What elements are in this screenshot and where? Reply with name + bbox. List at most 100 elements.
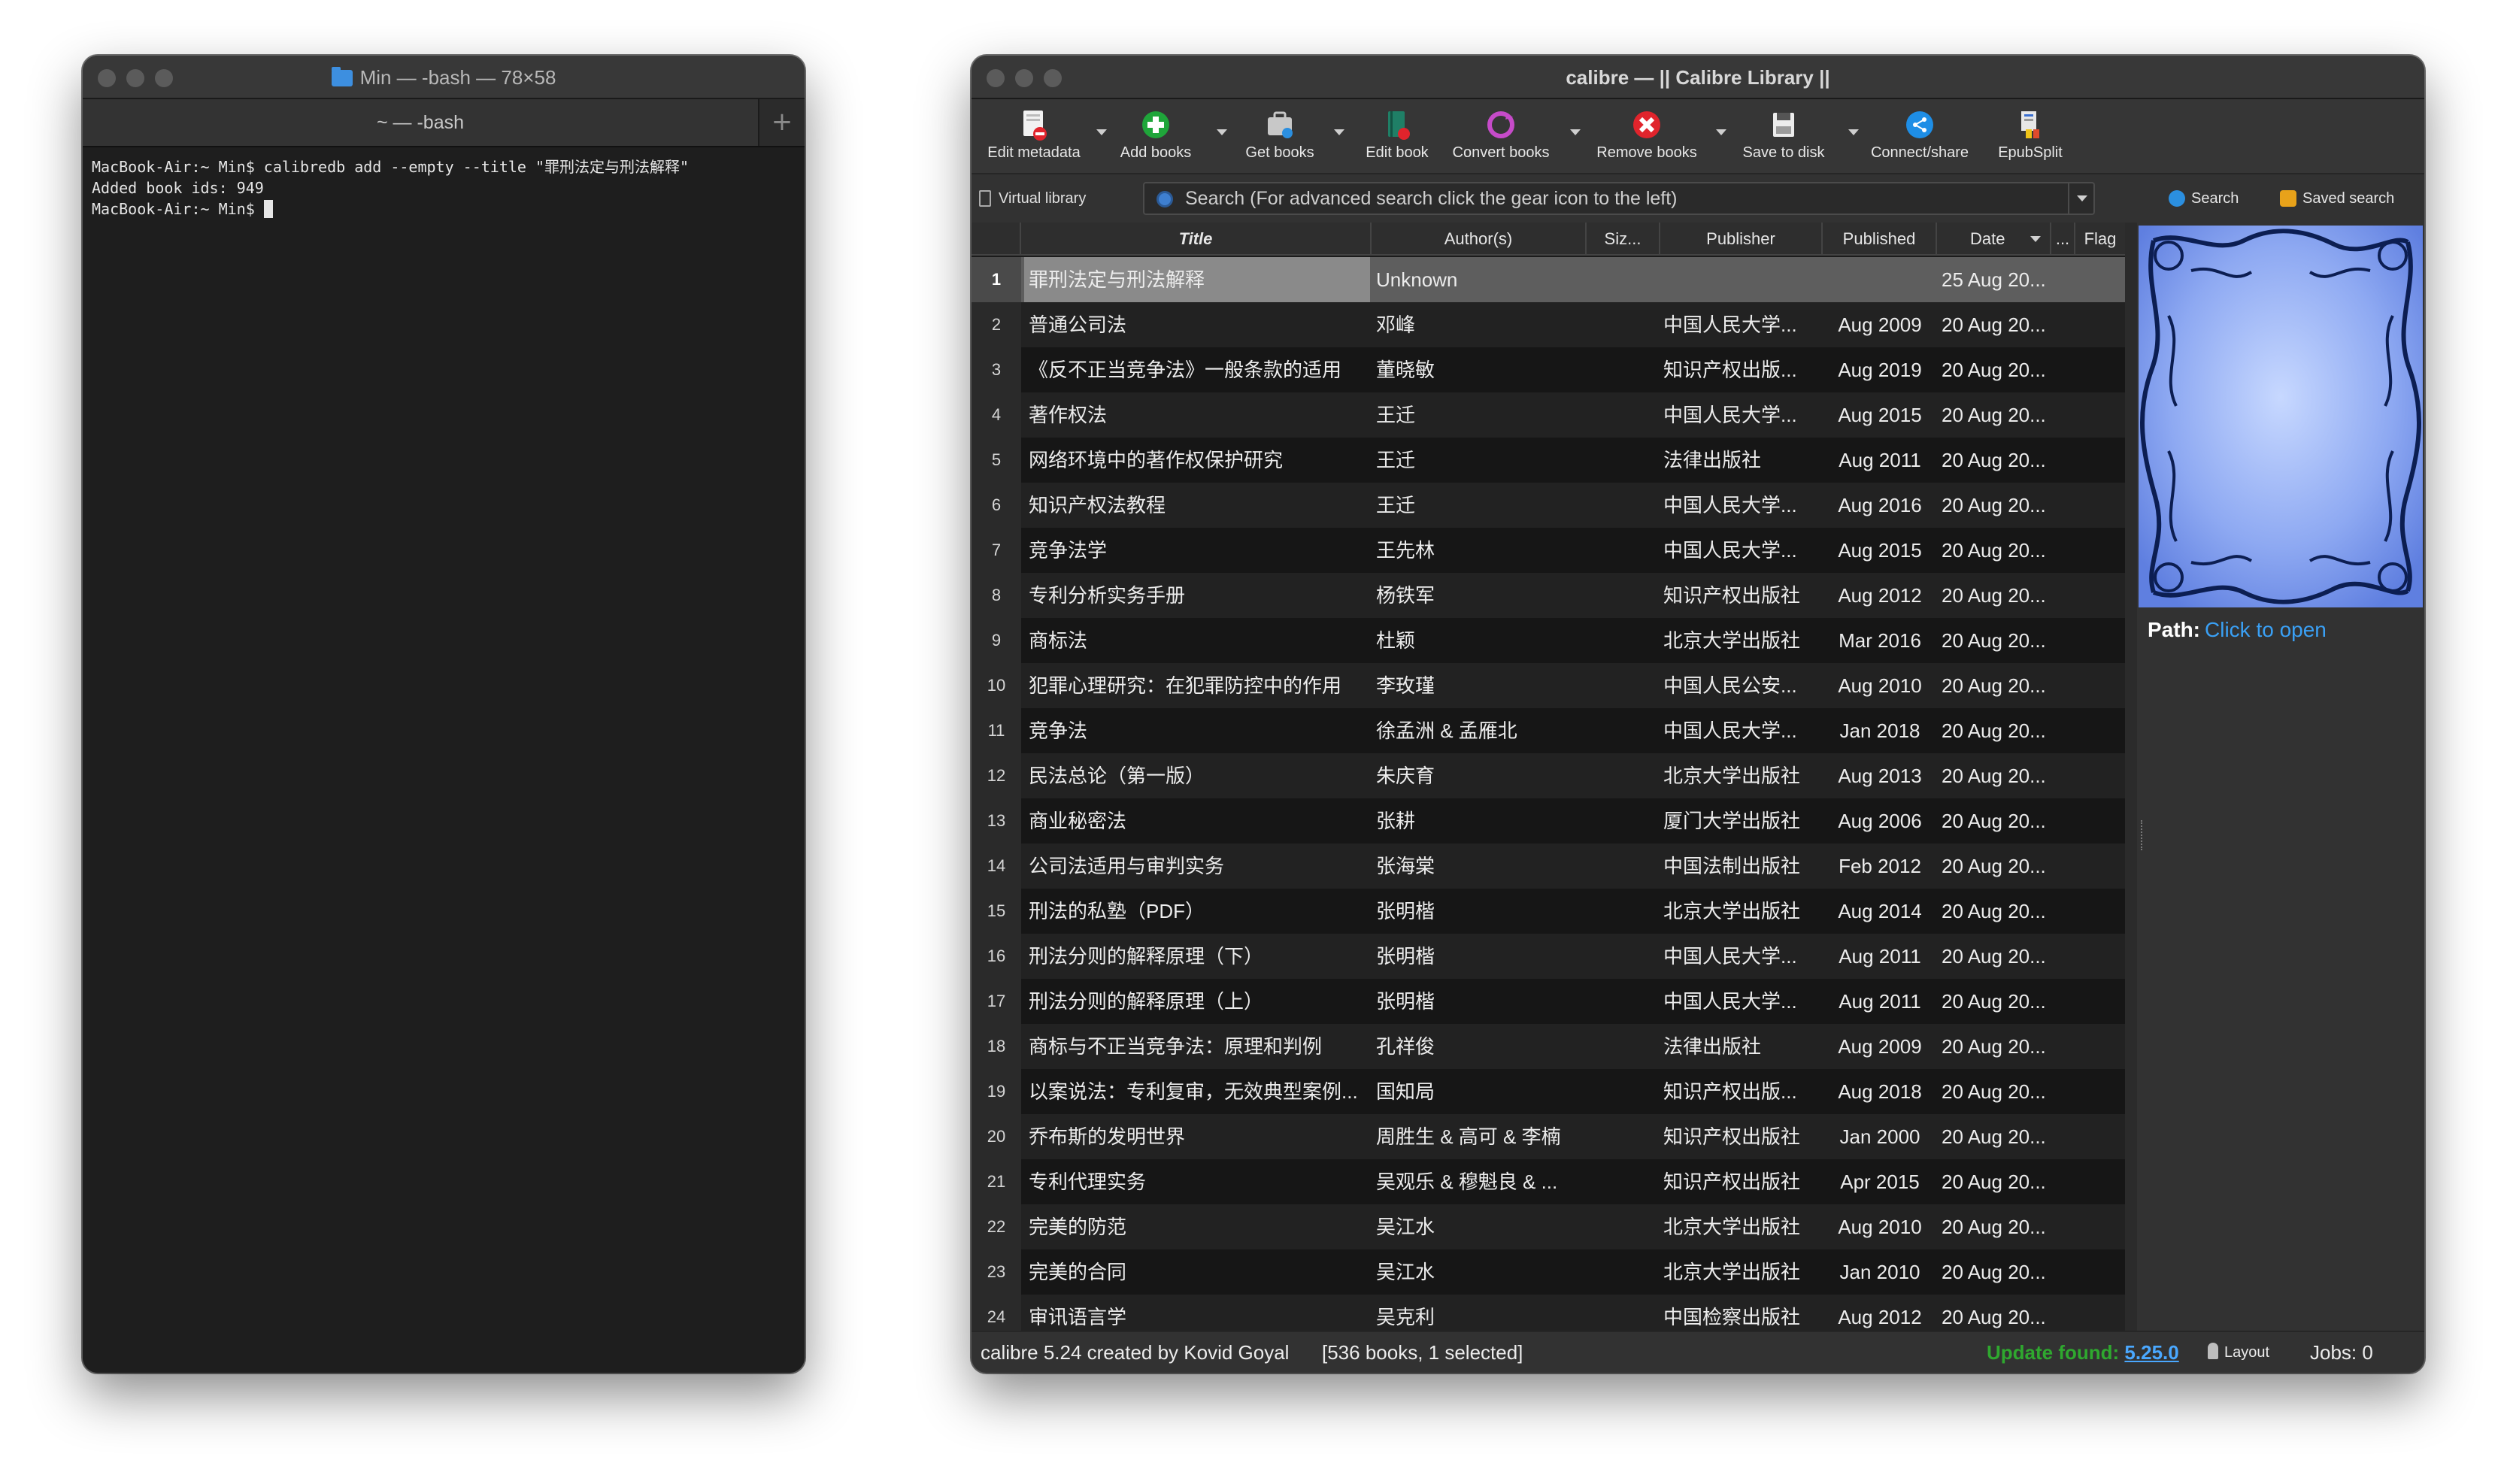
search-icon bbox=[2169, 190, 2185, 207]
library-icon bbox=[979, 190, 991, 207]
table-row[interactable]: 21 专利代理实务 吴观乐 & 穆魁良 & ... 知识产权出版社 Apr 2015 20… bbox=[972, 1159, 2125, 1204]
remove-books-button[interactable]: Remove books bbox=[1588, 99, 1705, 174]
published-cell: Apr 2015 bbox=[1840, 1171, 1920, 1193]
table-row[interactable]: 24 审讯语言学 吴克利 中国检察出版社 Aug 2012 20 Aug 20... bbox=[972, 1295, 2125, 1331]
table-row[interactable]: 12 民法总论（第一版） 朱庆育 北京大学出版社 Aug 2013 20 Aug 20..… bbox=[972, 753, 2125, 798]
date-cell: 20 Aug 20... bbox=[1942, 674, 2046, 697]
edit-metadata-button[interactable]: Edit metadata bbox=[978, 99, 1107, 174]
date-cell: 20 Aug 20... bbox=[1942, 313, 2046, 336]
published-cell: Aug 2014 bbox=[1838, 900, 1922, 922]
title-cell: 以案说法：专利复审，无效典型案例... bbox=[1029, 1080, 1358, 1103]
table-row[interactable]: 14 公司法适用与审判实务 张海棠 中国法制出版社 Feb 2012 20 Aug 20.… bbox=[972, 843, 2125, 889]
table-row[interactable]: 11 竞争法 徐孟洲 & 孟雁北 中国人民大学... Jan 2018 20 Aug 20… bbox=[972, 708, 2125, 753]
edit-book-button[interactable]: Edit book bbox=[1349, 99, 1445, 174]
publisher-cell: 北京大学出版社 bbox=[1663, 900, 1801, 922]
get-books-menu-arrow[interactable] bbox=[1334, 129, 1344, 135]
calibre-titlebar[interactable]: calibre — || Calibre Library || bbox=[972, 56, 2424, 99]
published-cell: Aug 2015 bbox=[1838, 404, 1922, 426]
convert-books-icon bbox=[1484, 108, 1517, 141]
size-cell bbox=[1587, 1114, 1660, 1159]
connect-share-button[interactable]: Connect/share bbox=[1863, 99, 1976, 174]
table-row[interactable]: 23 完美的合同 吴江水 北京大学出版社 Jan 2010 20 Aug 20... bbox=[972, 1249, 2125, 1295]
table-row[interactable]: 1 罪刑法定与刑法解释 Unknown 25 Aug 20... bbox=[972, 257, 2125, 302]
column-header-authors[interactable]: Author(s) bbox=[1372, 223, 1587, 256]
row-number-cell: 11 bbox=[972, 708, 1021, 753]
size-cell bbox=[1587, 1024, 1660, 1069]
column-header-date[interactable]: Date bbox=[1937, 223, 2051, 256]
book-cover[interactable] bbox=[2139, 226, 2423, 607]
table-row[interactable]: 8 专利分析实务手册 杨铁军 知识产权出版社 Aug 2012 20 Aug 20... bbox=[972, 573, 2125, 618]
terminal-tab[interactable]: ~ — -bash bbox=[83, 99, 759, 146]
table-scrollbar[interactable] bbox=[2125, 223, 2137, 1331]
calibre-window-title: calibre — || Calibre Library || bbox=[1566, 66, 1830, 89]
table-row[interactable]: 3 《反不正当竞争法》一般条款的适用 董晓敏 知识产权出版... Aug 2019 20 … bbox=[972, 347, 2125, 392]
remove-books-icon bbox=[1630, 108, 1663, 141]
table-row[interactable]: 5 网络环境中的著作权保护研究 王迁 法律出版社 Aug 2011 20 Aug 20..… bbox=[972, 438, 2125, 483]
column-header-flag[interactable]: Flag bbox=[2075, 223, 2125, 256]
epubsplit-button[interactable]: EpubSplit bbox=[1985, 99, 2075, 174]
book-list[interactable]: Title Author(s) Siz... Publisher Publish… bbox=[972, 223, 2125, 1331]
title-cell: 刑法的私塾（PDF） bbox=[1029, 900, 1205, 922]
jobs-indicator[interactable]: Jobs: 0 bbox=[2310, 1332, 2373, 1373]
table-row[interactable]: 4 著作权法 王迁 中国人民大学... Aug 2015 20 Aug 20... bbox=[972, 392, 2125, 438]
table-row[interactable]: 6 知识产权法教程 王迁 中国人民大学... Aug 2016 20 Aug 20... bbox=[972, 483, 2125, 528]
author-cell: 张耕 bbox=[1376, 810, 1416, 832]
update-version-link[interactable]: 5.25.0 bbox=[2124, 1341, 2178, 1364]
folder-icon bbox=[331, 67, 353, 86]
table-row[interactable]: 17 刑法分则的解释原理（上） 张明楷 中国人民大学... Aug 2011 20 Aug… bbox=[972, 979, 2125, 1024]
table-row[interactable]: 22 完美的防范 吴江水 北京大学出版社 Aug 2010 20 Aug 20... bbox=[972, 1204, 2125, 1249]
title-cell: 著作权法 bbox=[1029, 404, 1108, 426]
update-notice[interactable]: Update found: 5.25.0 bbox=[1987, 1332, 2179, 1373]
published-cell: Aug 2019 bbox=[1838, 359, 1922, 381]
saved-search-button[interactable]: Saved search bbox=[2280, 185, 2394, 212]
terminal-titlebar[interactable]: Min — -bash — 78×58 bbox=[83, 56, 805, 99]
table-row[interactable]: 19 以案说法：专利复审，无效典型案例... 国知局 知识产权出版... Aug 201… bbox=[972, 1069, 2125, 1114]
open-path-link[interactable]: Click to open bbox=[2205, 618, 2327, 641]
table-row[interactable]: 2 普通公司法 邓峰 中国人民大学... Aug 2009 20 Aug 20... bbox=[972, 302, 2125, 347]
search-history-dropdown[interactable] bbox=[2068, 183, 2093, 214]
save-to-disk-menu-arrow[interactable] bbox=[1848, 129, 1859, 135]
column-header-publisher[interactable]: Publisher bbox=[1660, 223, 1823, 256]
new-tab-button[interactable]: + bbox=[759, 99, 805, 146]
table-row[interactable]: 20 乔布斯的发明世界 周胜生 & 高可 & 李楠 知识产权出版社 Jan 2000 20… bbox=[972, 1114, 2125, 1159]
column-header-number[interactable] bbox=[972, 223, 1021, 256]
table-row[interactable]: 9 商标法 杜颖 北京大学出版社 Mar 2016 20 Aug 20... bbox=[972, 618, 2125, 663]
add-books-button[interactable]: Add books bbox=[1107, 99, 1205, 174]
virtual-library-button[interactable]: Virtual library bbox=[979, 185, 1086, 212]
size-cell bbox=[1587, 889, 1660, 934]
author-cell: 吴观乐 & 穆魁良 & ... bbox=[1376, 1171, 1558, 1193]
layout-button[interactable]: Layout bbox=[2208, 1332, 2269, 1373]
remove-books-menu-arrow[interactable] bbox=[1716, 129, 1726, 135]
get-books-button[interactable]: Get books bbox=[1232, 99, 1328, 174]
table-row[interactable]: 18 商标与不正当竞争法：原理和判例 孔祥俊 法律出版社 Aug 2009 20 Aug … bbox=[972, 1024, 2125, 1069]
add-books-menu-arrow[interactable] bbox=[1217, 129, 1227, 135]
table-row[interactable]: 13 商业秘密法 张耕 厦门大学出版社 Aug 2006 20 Aug 20... bbox=[972, 798, 2125, 843]
published-cell: Aug 2011 bbox=[1839, 449, 1921, 471]
author-cell: 孔祥俊 bbox=[1376, 1035, 1435, 1058]
search-button[interactable]: Search bbox=[2169, 185, 2239, 212]
table-header: Title Author(s) Siz... Publisher Publish… bbox=[972, 223, 2125, 256]
column-header-title[interactable]: Title bbox=[1021, 223, 1372, 256]
gear-icon[interactable] bbox=[1156, 191, 1173, 207]
size-cell bbox=[1587, 708, 1660, 753]
search-input[interactable] bbox=[1185, 183, 2057, 214]
author-cell: 张海棠 bbox=[1376, 855, 1435, 877]
column-header-size[interactable]: Siz... bbox=[1587, 223, 1660, 256]
column-header-more[interactable]: ... bbox=[2051, 223, 2075, 256]
save-to-disk-button[interactable]: Save to disk bbox=[1732, 99, 1835, 174]
saved-search-label: Saved search bbox=[2302, 190, 2395, 207]
toolbar-label: Edit metadata bbox=[987, 144, 1081, 161]
publisher-cell: 北京大学出版社 bbox=[1663, 1261, 1801, 1283]
table-row[interactable]: 10 犯罪心理研究：在犯罪防控中的作用 李玫瑾 中国人民公安... Aug 2010 20… bbox=[972, 663, 2125, 708]
column-header-published[interactable]: Published bbox=[1823, 223, 1937, 256]
row-number-cell: 9 bbox=[972, 618, 1021, 663]
convert-books-menu-arrow[interactable] bbox=[1570, 129, 1581, 135]
convert-books-button[interactable]: Convert books bbox=[1445, 99, 1557, 174]
epubsplit-icon bbox=[2014, 108, 2047, 141]
size-cell bbox=[1587, 438, 1660, 483]
title-cell: 专利代理实务 bbox=[1029, 1171, 1147, 1193]
table-row[interactable]: 15 刑法的私塾（PDF） 张明楷 北京大学出版社 Aug 2014 20 Aug 20.… bbox=[972, 889, 2125, 934]
table-row[interactable]: 7 竞争法学 王先林 中国人民大学... Aug 2015 20 Aug 20... bbox=[972, 528, 2125, 573]
table-row[interactable]: 16 刑法分则的解释原理（下） 张明楷 中国人民大学... Aug 2011 20 Aug… bbox=[972, 934, 2125, 979]
terminal-output[interactable]: MacBook-Air:~ Min$ calibredb add --empty… bbox=[83, 149, 805, 1373]
